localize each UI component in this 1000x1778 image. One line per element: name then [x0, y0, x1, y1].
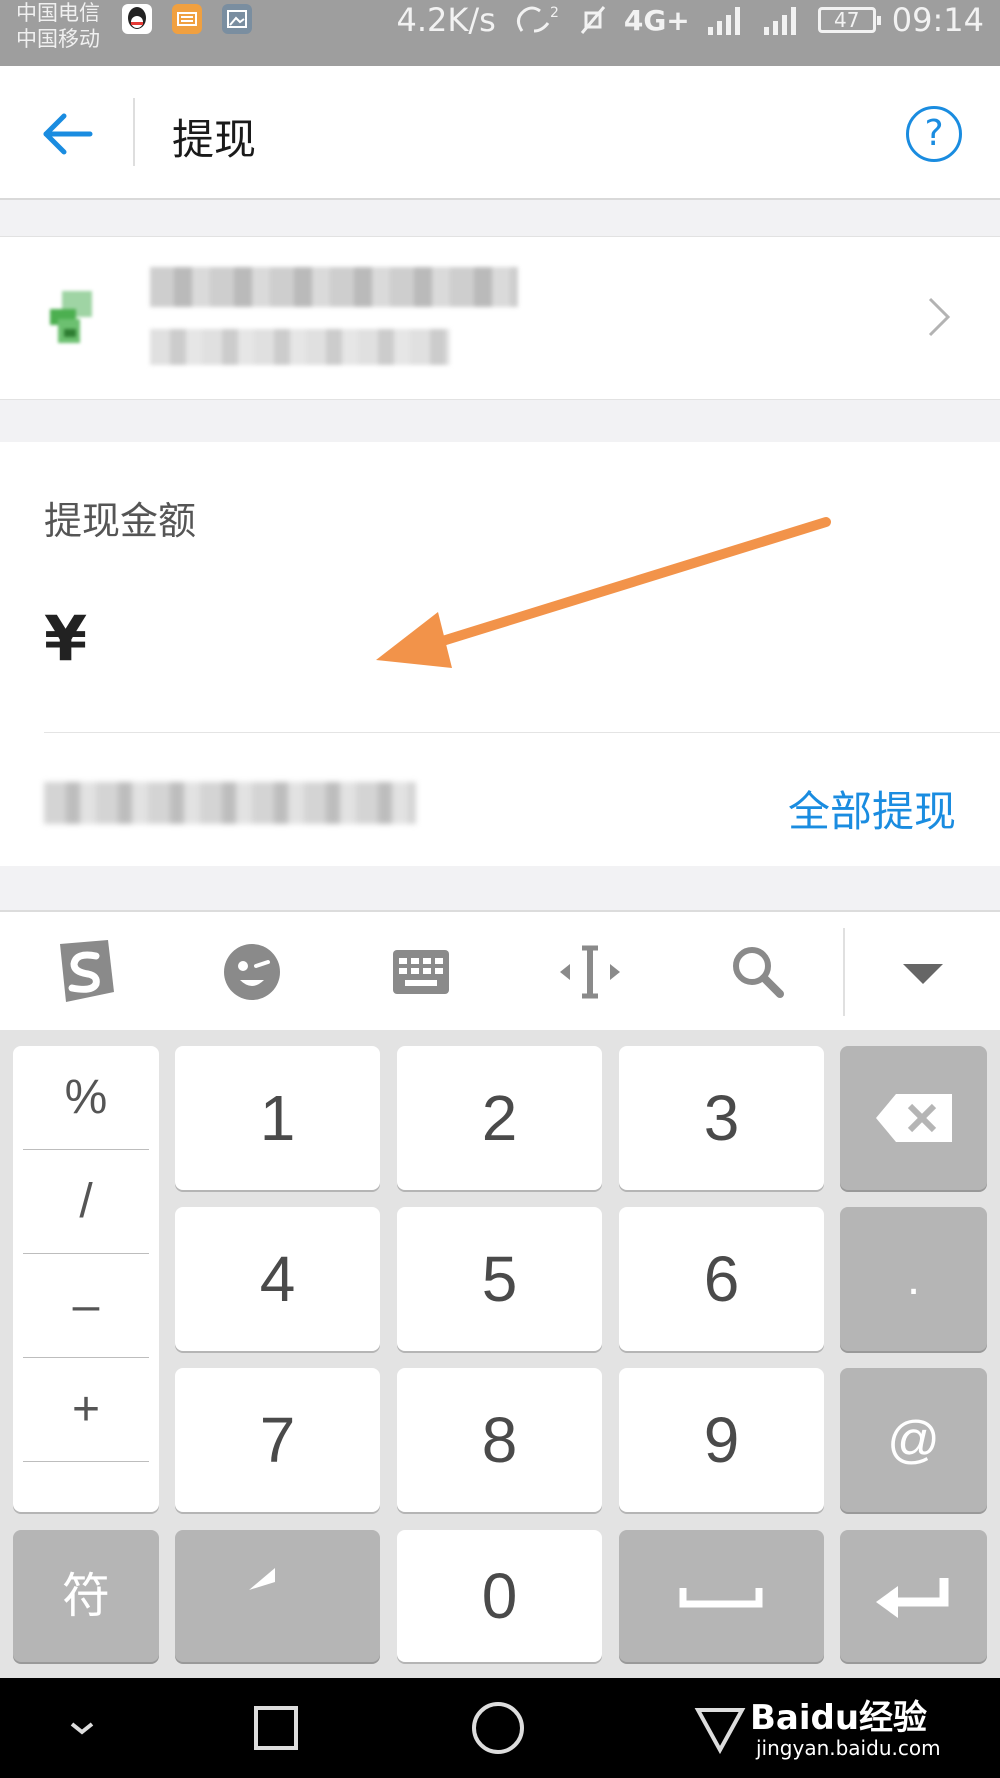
collapse-nav-button[interactable] — [52, 1698, 112, 1758]
battery-icon: 47 — [817, 7, 881, 33]
currency-symbol: ¥ — [44, 602, 88, 675]
emoji-icon[interactable] — [216, 936, 288, 1008]
symbol-mode-key[interactable]: 符 — [13, 1530, 159, 1662]
undo-arrow-icon — [249, 1568, 275, 1590]
cursor-move-icon[interactable] — [554, 936, 626, 1008]
svg-text:2: 2 — [550, 5, 559, 21]
annotation-arrow-icon — [376, 517, 831, 668]
symbol-key-minus[interactable]: – — [23, 1254, 149, 1358]
hd-call-icon: 2 — [516, 5, 559, 33]
help-button[interactable]: ? — [906, 106, 962, 162]
key-1[interactable]: 1 — [175, 1046, 380, 1190]
section-gap — [0, 200, 1000, 236]
circle-icon — [472, 1702, 524, 1754]
withdraw-all-button[interactable]: 全部提现 — [788, 778, 956, 839]
section-gap — [0, 400, 1000, 442]
key-9[interactable]: 9 — [619, 1368, 824, 1512]
amount-label: 提现金额 — [44, 499, 197, 543]
carrier-1: 中国电信 — [16, 1, 100, 25]
signal-icon-2 — [763, 7, 796, 35]
key-8[interactable]: 8 — [397, 1368, 602, 1512]
key-3[interactable]: 3 — [619, 1046, 824, 1190]
chevron-down-icon — [70, 1722, 94, 1735]
space-key[interactable] — [619, 1530, 824, 1662]
symbol-column: % / – + — [13, 1046, 159, 1512]
search-icon[interactable] — [722, 936, 794, 1008]
key-2[interactable]: 2 — [397, 1046, 602, 1190]
triangle-back-icon — [694, 1708, 746, 1755]
chevron-right-icon — [918, 295, 958, 339]
carrier-info: 中国电信 中国移动 — [16, 0, 100, 52]
keyboard-icon[interactable] — [385, 936, 457, 1008]
help-icon: ? — [924, 113, 944, 154]
status-indicators: 4.2K/s 2 4G+ 47 09:14 — [397, 0, 984, 40]
network-type: 4G+ — [623, 3, 690, 37]
clock: 09:14 — [891, 1, 984, 39]
net-speed: 4.2K/s — [396, 1, 496, 39]
keyboard-toolbar — [0, 910, 1000, 1030]
return-key[interactable] — [175, 1530, 380, 1662]
enter-key[interactable] — [840, 1530, 987, 1662]
keyboard-app-icon — [172, 4, 202, 34]
space-icon — [679, 1588, 763, 1608]
hide-keyboard-icon[interactable] — [887, 936, 959, 1008]
backspace-icon — [876, 1094, 952, 1142]
enter-icon — [876, 1578, 949, 1618]
back-button[interactable] — [38, 104, 98, 164]
key-5[interactable]: 5 — [397, 1207, 602, 1351]
key-7[interactable]: 7 — [175, 1368, 380, 1512]
status-bar: 中国电信 中国移动 4.2K/s 2 4G+ 47 09:14 — [0, 0, 1000, 66]
amount-divider — [44, 732, 1000, 733]
numeric-keyboard: % / – + 1 2 3 4 5 6 . 7 8 9 @ 符 0 — [0, 1030, 1000, 1678]
key-4[interactable]: 4 — [175, 1207, 380, 1351]
page-title: 提现 — [172, 115, 257, 164]
mute-icon — [580, 6, 605, 34]
title-bar: 提现 ? — [0, 66, 1000, 200]
toolbar-divider — [843, 928, 845, 1016]
key-6[interactable]: 6 — [619, 1207, 824, 1351]
key-0[interactable]: 0 — [397, 1530, 602, 1662]
bank-logo-icon — [46, 287, 102, 347]
baidu-jingyan-watermark: Baidu经验 jingyan.baidu.com — [750, 1690, 970, 1770]
sogou-logo-icon[interactable] — [48, 936, 120, 1008]
symbol-key-percent[interactable]: % — [23, 1046, 149, 1150]
symbol-key-plus[interactable]: + — [23, 1358, 149, 1462]
card-name-redacted — [150, 267, 518, 307]
card-detail-redacted — [150, 329, 450, 365]
home-button[interactable] — [468, 1698, 528, 1758]
recents-button[interactable] — [246, 1698, 306, 1758]
dot-key[interactable]: . — [840, 1207, 987, 1351]
navigation-bar: Baidu经验 jingyan.baidu.com — [0, 1678, 1000, 1778]
watermark-brand: Baidu经验 — [750, 1698, 928, 1738]
signal-icon — [707, 7, 740, 35]
back-nav-button[interactable] — [690, 1698, 750, 1758]
back-arrow-icon — [43, 113, 93, 155]
title-divider — [133, 98, 135, 166]
bank-card-selector[interactable] — [0, 236, 1000, 400]
symbol-key-slash[interactable]: / — [23, 1150, 149, 1254]
balance-info-redacted — [44, 782, 416, 824]
carrier-2: 中国移动 — [16, 27, 100, 51]
watermark-domain: jingyan.baidu.com — [756, 1736, 941, 1760]
backspace-key[interactable] — [840, 1046, 987, 1190]
square-icon — [254, 1706, 298, 1750]
battery-level: 47 — [834, 8, 860, 32]
qq-icon — [122, 4, 152, 34]
gallery-icon — [222, 4, 252, 34]
section-gap — [0, 866, 1000, 910]
at-key[interactable]: @ — [840, 1368, 987, 1512]
